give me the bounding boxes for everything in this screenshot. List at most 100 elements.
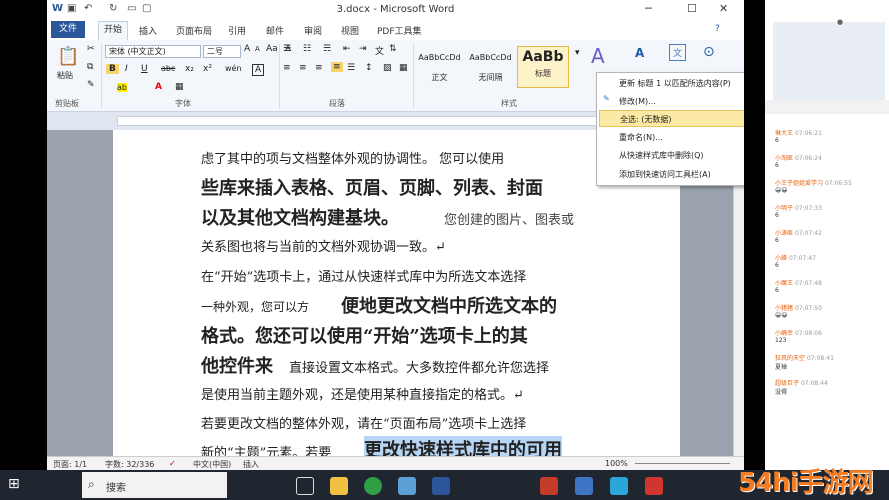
zoom-slider[interactable] <box>635 463 730 464</box>
menu-item-rename[interactable]: 重命名(N)... <box>619 129 744 146</box>
magnify-icon[interactable]: ⊙ <box>703 44 715 60</box>
copy-icon[interactable]: ⧉ <box>87 62 93 72</box>
doc-line: 是使用当前主题外观，还是使用某种直接指定的格式。↵ <box>201 388 524 403</box>
insert-mode[interactable]: 插入 <box>243 459 259 470</box>
cut-icon[interactable]: ✂ <box>87 44 95 54</box>
chat-time: 07:06:55 <box>824 180 852 187</box>
app-icon[interactable] <box>645 477 663 495</box>
superscript-button[interactable]: x² <box>203 64 212 74</box>
zoom-level[interactable]: 100% <box>605 459 628 468</box>
chat-time: 07:08:06 <box>794 330 822 337</box>
doc-line: 更改快速样式库中的可用 <box>364 436 562 456</box>
chat-text: 6 <box>775 287 779 294</box>
chat-message: 小涛匪 07:07:42 6 <box>775 228 822 244</box>
tab-mailings[interactable]: 邮件 <box>266 24 284 37</box>
font-size-select[interactable]: 二号 <box>203 45 241 58</box>
chat-text: 6 <box>775 137 779 144</box>
phonetic-guide-button[interactable]: wén <box>225 64 242 73</box>
find-button[interactable]: A <box>635 46 644 60</box>
decrease-indent-icon[interactable]: ⇤ <box>343 44 351 54</box>
justify-icon[interactable]: ≡ <box>331 62 343 72</box>
menu-item-modify[interactable]: 修改(M)... <box>619 93 744 110</box>
tab-insert[interactable]: 插入 <box>139 24 157 37</box>
distributed-icon[interactable]: ☰ <box>347 63 355 73</box>
language[interactable]: 中文(中国) <box>193 459 231 470</box>
increase-indent-icon[interactable]: ⇥ <box>359 44 367 54</box>
chat-text: 6 <box>775 237 779 244</box>
shrink-font-button[interactable]: A <box>255 45 260 53</box>
strikethrough-button[interactable]: abc <box>161 64 175 73</box>
taskbar-search[interactable]: ⌕ 搜索 <box>82 472 227 498</box>
minimize-button[interactable]: ─ <box>645 2 652 15</box>
help-icon[interactable]: ? <box>715 24 720 34</box>
menu-item-add-qat[interactable]: 添加到快速访问工具栏(A) <box>619 166 744 183</box>
windows-start-icon[interactable]: ⊞ <box>8 476 20 492</box>
italic-button[interactable]: I <box>125 64 128 74</box>
styles-more-icon[interactable]: ▾ <box>575 48 580 58</box>
align-center-icon[interactable]: ≡ <box>299 63 307 73</box>
numbering-icon[interactable]: ☷ <box>303 44 311 54</box>
chrome-icon[interactable] <box>364 477 382 495</box>
app-icon[interactable] <box>398 477 416 495</box>
paste-icon[interactable]: 📋 <box>57 46 79 67</box>
borders-icon[interactable]: ▦ <box>399 63 408 73</box>
multilevel-list-icon[interactable]: ☴ <box>323 44 331 54</box>
style-name: 标题 <box>535 69 551 78</box>
change-case-button[interactable]: Aa <box>266 44 278 54</box>
menu-item-select-all[interactable]: 全选: (无数据) <box>599 110 744 127</box>
chat-user: 琳大王 <box>775 130 794 137</box>
close-button[interactable]: ✕ <box>719 2 728 15</box>
proofing-icon[interactable]: ✓ <box>169 459 176 468</box>
grow-font-button[interactable]: A <box>244 44 250 54</box>
app-icon[interactable] <box>540 477 558 495</box>
video-thumbnail[interactable] <box>773 22 885 100</box>
align-left-icon[interactable]: ≡ <box>283 63 291 73</box>
doc-line: 便地更改文档中所选文本的 <box>341 296 557 317</box>
tab-references[interactable]: 引用 <box>228 24 246 37</box>
file-explorer-icon[interactable] <box>330 477 348 495</box>
tab-file[interactable]: 文件 <box>51 21 85 38</box>
shading-icon[interactable]: ▨ <box>383 63 392 73</box>
font-group-label: 字体 <box>175 99 191 108</box>
app-icon[interactable] <box>610 477 628 495</box>
style-normal[interactable]: AaBbCcDd 正文 <box>415 46 464 88</box>
app-icon[interactable] <box>575 477 593 495</box>
format-painter-icon[interactable]: ✎ <box>87 80 95 90</box>
document-page[interactable]: 虑了其中的项与文档整体外观的协调性。 您可以使用 些库来插入表格、页眉、页脚、列… <box>113 130 680 456</box>
tab-review[interactable]: 审阅 <box>304 24 322 37</box>
task-view-icon[interactable] <box>296 477 314 495</box>
ruler-strip[interactable] <box>117 116 667 126</box>
tab-layout[interactable]: 页面布局 <box>176 24 212 37</box>
subscript-button[interactable]: x₂ <box>185 64 194 74</box>
char-border-button[interactable]: A <box>252 64 265 76</box>
chat-user: 超级巨子 <box>775 380 800 387</box>
chat-text: 6 <box>775 162 779 169</box>
bullets-icon[interactable]: ☰ <box>283 44 291 54</box>
page-count[interactable]: 页面: 1/1 <box>53 459 87 470</box>
paste-label[interactable]: 粘贴 <box>57 70 73 81</box>
chat-time: 07:07:50 <box>794 305 822 312</box>
highlight-button[interactable]: ab <box>117 83 127 92</box>
style-no-spacing[interactable]: AaBbCcDd 无间隔 <box>466 46 515 88</box>
font-color-button[interactable]: A <box>155 82 162 92</box>
change-styles-button[interactable]: A <box>591 44 605 68</box>
underline-button[interactable]: U <box>141 64 148 74</box>
tab-view[interactable]: 视图 <box>341 24 359 37</box>
sort-icon[interactable]: ⇅ <box>389 44 397 54</box>
select-text-button[interactable]: 文 <box>669 44 687 61</box>
line-spacing-icon[interactable]: ↕ <box>365 63 373 73</box>
style-heading[interactable]: AaBb 标题 <box>517 46 569 88</box>
tab-pdf[interactable]: PDF工具集 <box>377 24 422 37</box>
chat-sidebar: 琳大王 07:06:21 6 小淘匪 07:06:24 6 小王子姐姐爱学习 07:06… <box>765 0 889 470</box>
chinese-layout-icon[interactable]: 文 <box>375 44 384 57</box>
bold-button[interactable]: B <box>106 64 119 74</box>
align-right-icon[interactable]: ≡ <box>315 63 323 73</box>
menu-item-update[interactable]: 更新 标题 1 以匹配所选内容(P) <box>619 75 744 92</box>
char-shading-icon[interactable]: ▦ <box>175 82 184 92</box>
word-taskbar-icon[interactable] <box>432 477 450 495</box>
font-name-select[interactable]: 宋体 (中文正文) <box>105 45 201 58</box>
tab-home[interactable]: 开始 <box>98 21 128 40</box>
word-count[interactable]: 字数: 32/336 <box>105 459 154 470</box>
maximize-button[interactable]: ☐ <box>687 2 697 15</box>
menu-item-remove[interactable]: 从快速样式库中删除(Q) <box>619 147 744 164</box>
